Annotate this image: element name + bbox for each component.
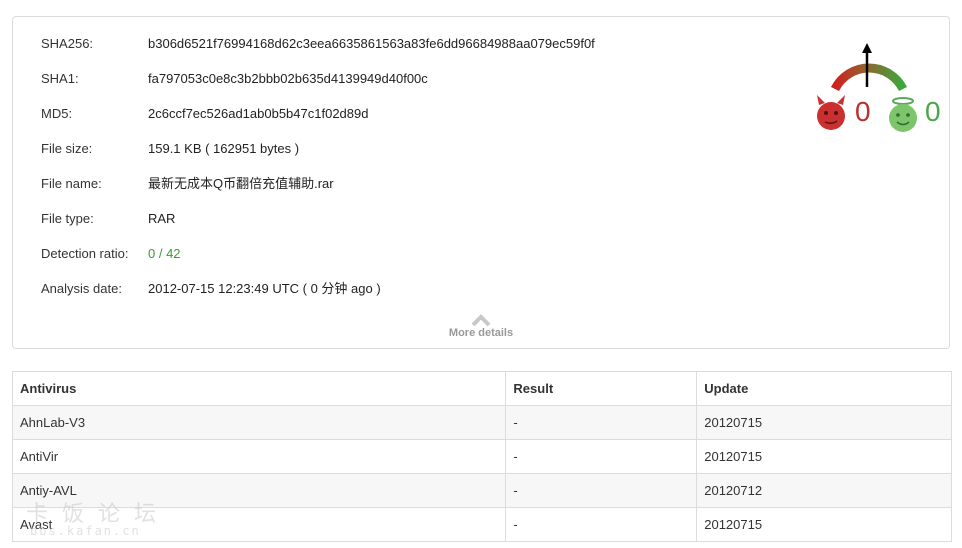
analysis-date-label: Analysis date: (41, 281, 122, 296)
sha256-value: b306d6521f76994168d62c3eea6635861563a83f… (148, 36, 595, 51)
md5-label: MD5: (41, 106, 73, 121)
malicious-vote-count: 0 (855, 96, 871, 127)
gauge-meter-icon (817, 43, 917, 132)
table-row: AntiVir - 20120715 (11, 439, 952, 474)
antivirus-column-header[interactable]: Antivirus (11, 371, 507, 406)
file-name-value: 最新无成本Q币翻倍充值辅助.rar (148, 176, 334, 191)
update-date: 20120715 (696, 405, 952, 440)
update-column-header[interactable]: Update (696, 371, 952, 406)
chevron-up-icon (471, 314, 491, 327)
analysis-date-value: 2012-07-15 12:23:49 UTC ( 0 分钟 ago ) (148, 281, 381, 296)
community-score-gauge: 0 0 (803, 31, 943, 141)
update-date: 20120712 (696, 473, 952, 508)
detection-ratio-label: Detection ratio: (41, 246, 129, 261)
scan-result: - (505, 507, 698, 542)
more-details-label: More details (448, 327, 514, 339)
table-row: AhnLab-V3 - 20120715 (11, 405, 952, 440)
scan-result: - (505, 439, 698, 474)
devil-face-icon[interactable] (817, 95, 845, 130)
file-summary-panel: SHA256: b306d6521f76994168d62c3eea663586… (12, 16, 950, 349)
file-type-value: RAR (148, 211, 176, 226)
sha1-label: SHA1: (41, 71, 79, 86)
file-name-label: File name: (41, 176, 102, 191)
table-header-row: Antivirus Result Update (11, 371, 952, 406)
sha256-label: SHA256: (41, 36, 94, 51)
result-column-header[interactable]: Result (505, 371, 698, 406)
detection-ratio-value: 0 / 42 (148, 246, 181, 261)
file-size-value: 159.1 KB ( 162951 bytes ) (148, 141, 300, 156)
antivirus-name: Antiy-AVL (11, 473, 507, 508)
angel-face-icon[interactable] (889, 97, 917, 132)
md5-value: 2c6ccf7ec526ad1ab0b5b47c1f02d89d (148, 106, 369, 121)
antivirus-name: Avast (11, 507, 507, 542)
scan-result: - (505, 473, 698, 508)
sha1-value: fa797053c0e8c3b2bbb02b635d4139949d40f00c (148, 71, 428, 86)
antivirus-results-table: Antivirus Result Update AhnLab-V3 - 2012… (11, 371, 952, 542)
more-details-toggle[interactable]: More details (13, 313, 949, 339)
update-date: 20120715 (696, 507, 952, 542)
file-type-label: File type: (41, 211, 94, 226)
scan-result: - (505, 405, 698, 440)
antivirus-name: AntiVir (11, 439, 507, 474)
antivirus-name: AhnLab-V3 (11, 405, 507, 440)
update-date: 20120715 (696, 439, 952, 474)
file-size-label: File size: (41, 141, 93, 156)
table-row: Avast - 20120715 (11, 507, 952, 542)
harmless-vote-count: 0 (925, 96, 941, 127)
table-row: Antiy-AVL - 20120712 (11, 473, 952, 508)
